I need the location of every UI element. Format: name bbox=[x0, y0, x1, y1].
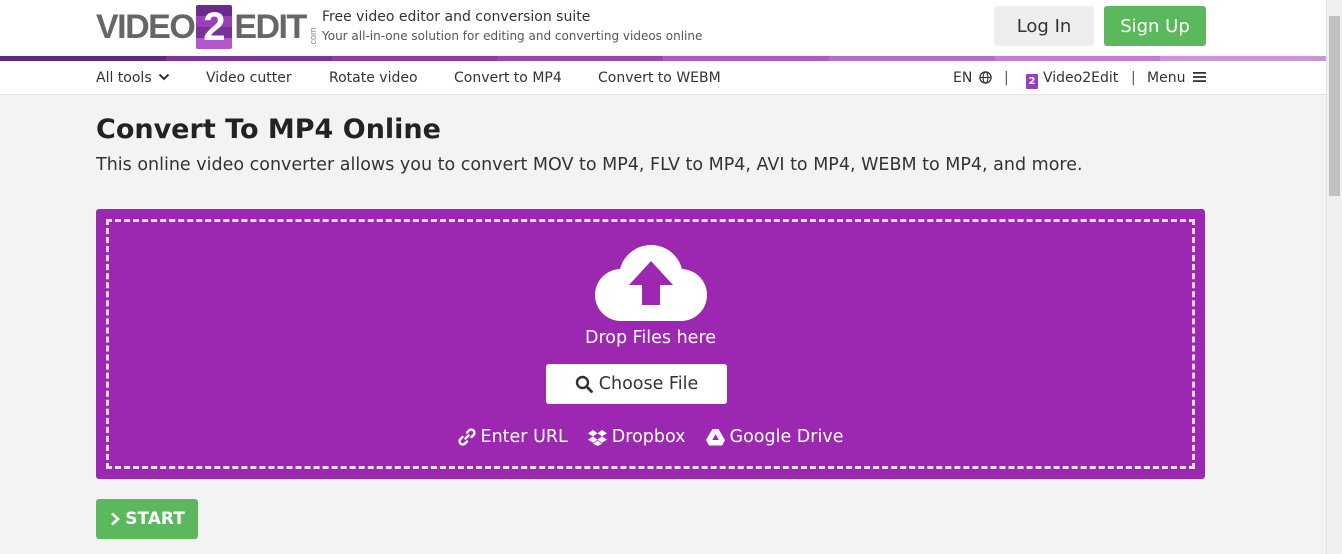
tagline-title: Free video editor and conversion suite bbox=[322, 9, 591, 25]
file-drop-zone[interactable]: Drop Files here Choose File Enter URL Dr… bbox=[96, 209, 1205, 479]
google-drive-icon bbox=[705, 428, 725, 445]
dropbox-icon bbox=[587, 429, 607, 446]
language-label: EN bbox=[953, 70, 973, 86]
tagline: Free video editor and conversion suite Y… bbox=[322, 9, 702, 43]
site-header: VIDEO 2 EDIT .com Free video editor and … bbox=[0, 0, 1326, 56]
site-logo[interactable]: VIDEO 2 EDIT .com bbox=[96, 5, 318, 49]
page: VIDEO 2 EDIT .com Free video editor and … bbox=[0, 0, 1326, 554]
page-scrollbar[interactable] bbox=[1326, 0, 1342, 554]
enter-url-label: Enter URL bbox=[480, 427, 568, 447]
logo-text-left: VIDEO bbox=[96, 8, 196, 46]
nav-convert-to-mp4[interactable]: Convert to MP4 bbox=[454, 70, 562, 86]
dropbox-label: Dropbox bbox=[611, 427, 686, 447]
page-description: This online video converter allows you t… bbox=[96, 155, 1083, 175]
drop-files-text: Drop Files here bbox=[584, 328, 717, 348]
login-button[interactable]: Log In bbox=[994, 6, 1094, 46]
nav-video-cutter[interactable]: Video cutter bbox=[206, 70, 292, 86]
nav-rotate-video[interactable]: Rotate video bbox=[329, 70, 418, 86]
upload-sources: Enter URL Dropbox Google Drive bbox=[96, 427, 1205, 447]
brand-badge-icon: 2 bbox=[1026, 74, 1038, 89]
menu-label: Menu bbox=[1147, 70, 1186, 86]
enter-url-button[interactable]: Enter URL bbox=[457, 427, 568, 447]
tagline-subtitle: Your all-in-one solution for editing and… bbox=[322, 29, 703, 43]
chevron-right-icon bbox=[111, 512, 121, 526]
all-tools-label: All tools bbox=[96, 70, 152, 86]
chevron-down-icon bbox=[158, 73, 170, 81]
logo-badge: 2 bbox=[196, 5, 233, 49]
logo-suffix: .com bbox=[307, 27, 318, 47]
nav-separator: | bbox=[1131, 70, 1136, 86]
start-button[interactable]: START bbox=[96, 499, 198, 539]
google-drive-button[interactable]: Google Drive bbox=[705, 427, 844, 447]
hamburger-icon bbox=[1192, 72, 1206, 82]
cloud-upload-icon bbox=[595, 245, 707, 321]
dropbox-button[interactable]: Dropbox bbox=[587, 427, 686, 447]
link-icon bbox=[457, 428, 476, 446]
search-icon bbox=[575, 375, 593, 393]
brand-label: Video2Edit bbox=[1043, 70, 1119, 86]
logo-text-right: EDIT bbox=[234, 8, 307, 46]
globe-icon bbox=[979, 71, 992, 84]
start-label: START bbox=[125, 509, 185, 529]
menu-button[interactable]: Menu bbox=[1147, 70, 1206, 86]
language-selector[interactable]: EN bbox=[953, 70, 992, 86]
top-navigation: All tools Video cutter Rotate video Conv… bbox=[0, 61, 1326, 95]
video2edit-link[interactable]: 2 Video2Edit bbox=[1026, 70, 1118, 89]
nav-convert-to-webm[interactable]: Convert to WEBM bbox=[598, 70, 721, 86]
all-tools-dropdown[interactable]: All tools bbox=[96, 70, 170, 86]
page-title: Convert To MP4 Online bbox=[96, 114, 441, 145]
scrollbar-thumb[interactable] bbox=[1329, 16, 1340, 196]
nav-separator: | bbox=[1004, 70, 1009, 86]
signup-button[interactable]: Sign Up bbox=[1104, 6, 1206, 46]
choose-file-button[interactable]: Choose File bbox=[546, 364, 727, 404]
google-drive-label: Google Drive bbox=[729, 427, 844, 447]
choose-file-label: Choose File bbox=[598, 374, 699, 394]
